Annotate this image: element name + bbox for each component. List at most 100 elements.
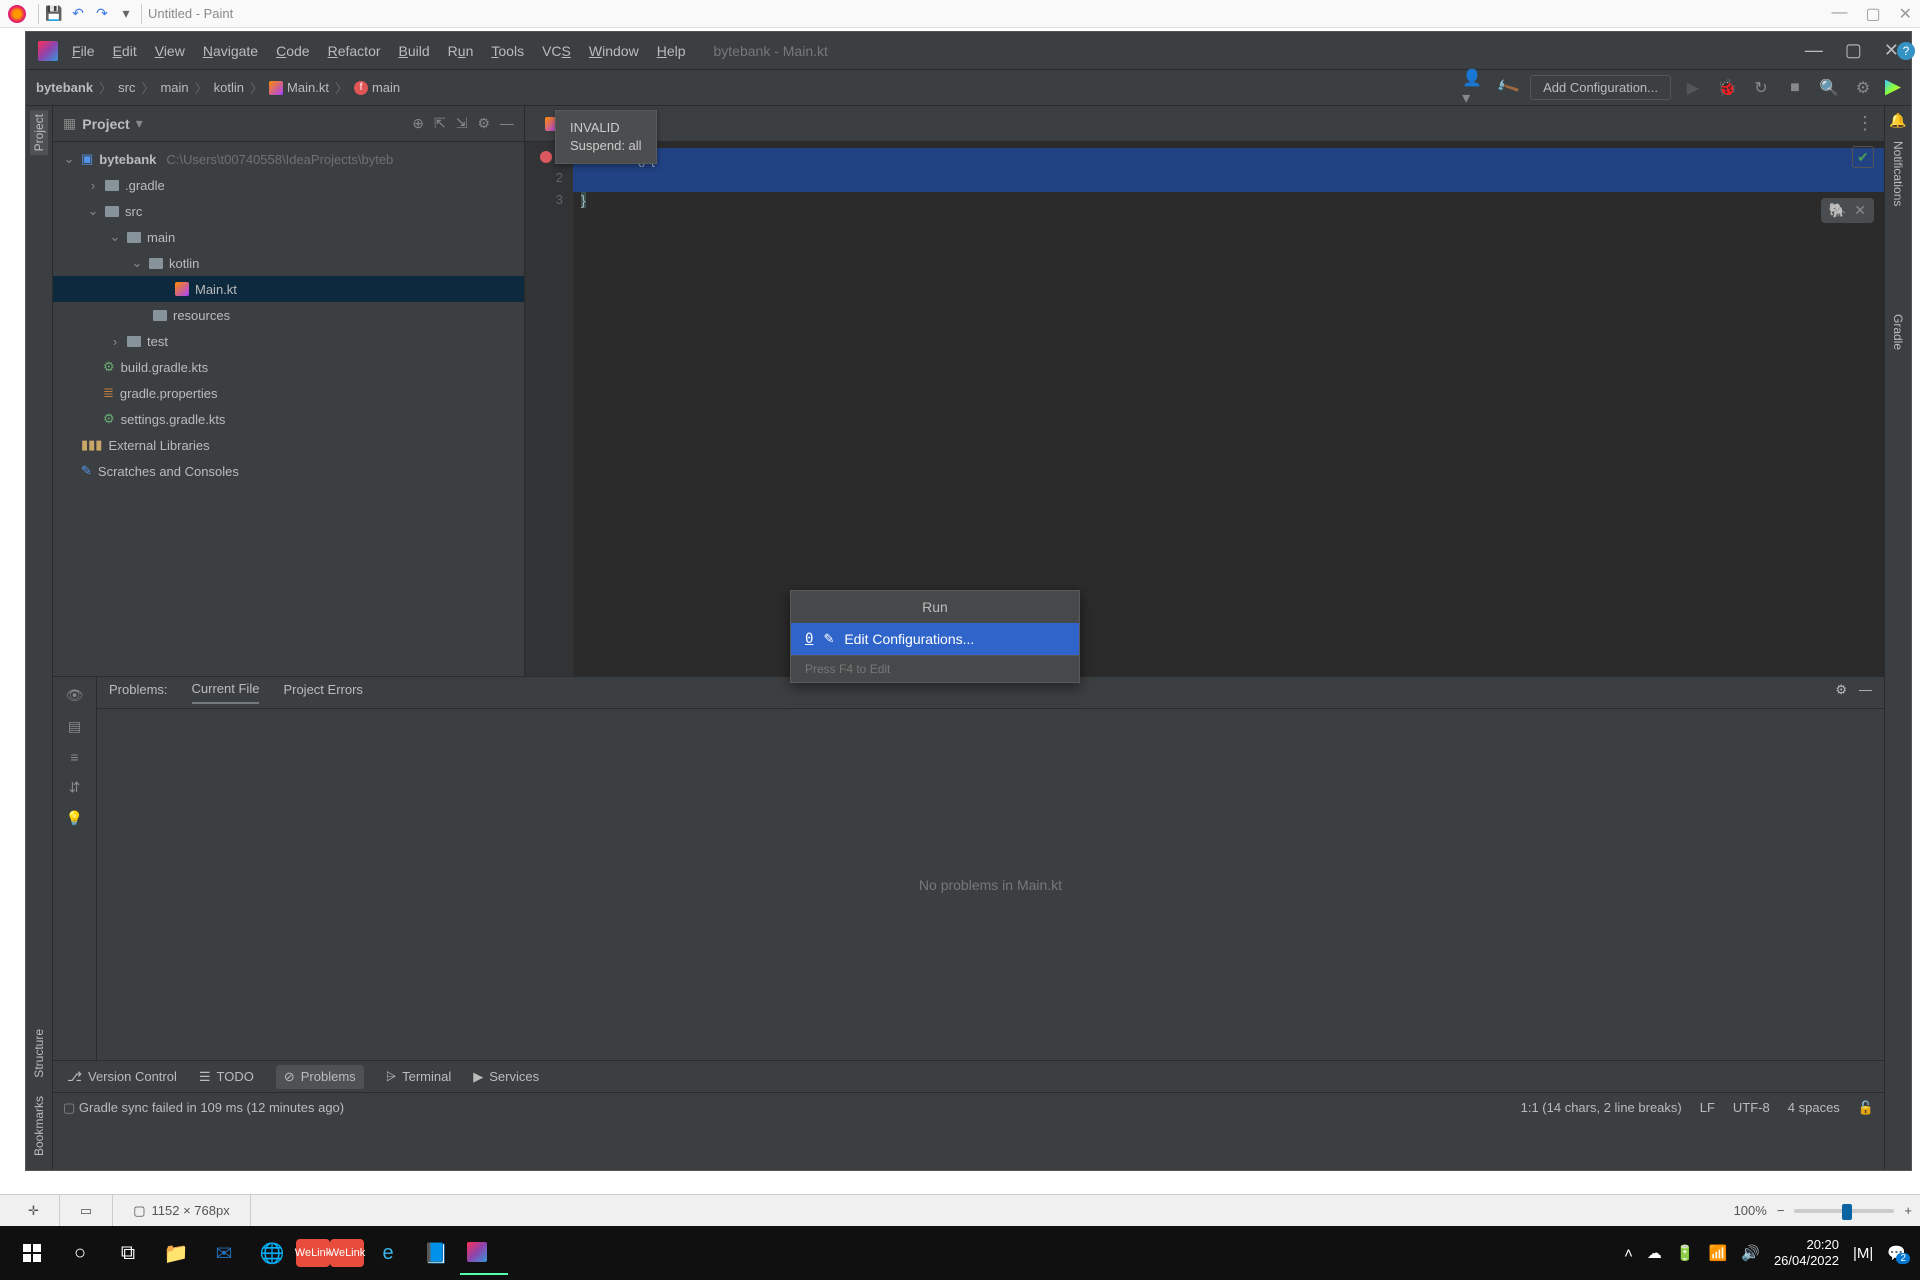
wifi-icon[interactable]: 📶 — [1709, 1244, 1728, 1262]
locate-icon[interactable]: ⊕ — [412, 115, 424, 132]
menu-tools[interactable]: Tools — [491, 43, 524, 59]
tree-main-kt[interactable]: Main.kt — [53, 276, 524, 302]
menu-navigate[interactable]: Navigate — [203, 43, 258, 59]
welink-icon[interactable]: WeLink — [296, 1239, 330, 1267]
filter-icon[interactable]: ▤ — [68, 718, 81, 735]
notepad-icon[interactable]: 📘 — [412, 1231, 460, 1275]
taskbar-clock[interactable]: 20:20 26/04/2022 — [1774, 1237, 1839, 1268]
file-explorer-icon[interactable]: 📁 — [152, 1231, 200, 1275]
onedrive-icon[interactable]: ☁ — [1647, 1244, 1662, 1262]
notifications-tool-tab[interactable]: Notifications — [1889, 137, 1907, 210]
inspections-ok-icon[interactable]: ✔ — [1852, 146, 1874, 168]
ide-maximize-button[interactable]: ▢ — [1845, 40, 1862, 61]
ide-update-icon[interactable] — [1885, 80, 1901, 96]
help-bubble-icon[interactable]: ? — [1897, 42, 1915, 60]
menu-run[interactable]: Run — [448, 43, 474, 59]
menu-vcs[interactable]: VCS — [542, 43, 571, 59]
structure-tool-tab[interactable]: Structure — [30, 1025, 48, 1082]
tab-project-errors[interactable]: Project Errors — [283, 682, 362, 703]
tab-version-control[interactable]: ⎇Version Control — [67, 1069, 177, 1085]
zoom-out-button[interactable]: − — [1777, 1203, 1785, 1218]
sort-icon[interactable]: ≡ — [70, 749, 78, 765]
menu-build[interactable]: Build — [399, 43, 430, 59]
crumb-function[interactable]: fmain — [354, 80, 400, 95]
run-coverage-icon[interactable]: ↻ — [1749, 76, 1773, 100]
edit-configurations-item[interactable]: 0 ✎ Edit Configurations... — [791, 623, 1079, 655]
line-separator[interactable]: LF — [1700, 1100, 1715, 1115]
crumb-root[interactable]: bytebank — [36, 80, 93, 95]
build-hammer-icon[interactable]: 🔨 — [1492, 71, 1525, 104]
project-tool-tab[interactable]: Project — [30, 110, 48, 155]
intellij-taskbar-icon[interactable] — [460, 1231, 508, 1275]
crumb-src[interactable]: src — [118, 80, 135, 95]
paint-close-button[interactable]: ✕ — [1899, 4, 1912, 24]
task-view-icon[interactable]: ⧉ — [104, 1231, 152, 1275]
problems-hide-icon[interactable]: — — [1859, 682, 1872, 704]
debug-icon[interactable]: 🐞 — [1715, 76, 1739, 100]
ide-minimize-button[interactable]: — — [1805, 40, 1823, 61]
paint-minimize-button[interactable]: — — [1831, 4, 1847, 24]
start-button[interactable] — [8, 1231, 56, 1275]
menu-help[interactable]: Help — [657, 43, 686, 59]
notifications-icon[interactable]: 🔔 — [1889, 112, 1906, 129]
paint-redo-icon[interactable]: ↷ — [93, 5, 111, 23]
hide-panel-icon[interactable]: — — [500, 115, 514, 132]
menu-file[interactable]: File — [72, 43, 95, 59]
settings-gear-icon[interactable]: ⚙ — [1851, 76, 1875, 100]
user-icon[interactable]: 👤▾ — [1462, 76, 1486, 100]
paint-undo-icon[interactable]: ↶ — [69, 5, 87, 23]
project-tree[interactable]: ⌄▣bytebankC:\Users\t00740558\IdeaProject… — [53, 142, 524, 676]
tray-overflow-icon[interactable]: ˄ — [1624, 1245, 1633, 1262]
problems-settings-icon[interactable]: ⚙ — [1835, 682, 1847, 704]
menu-window[interactable]: Window — [589, 43, 639, 59]
crumb-kotlin[interactable]: kotlin — [214, 80, 244, 95]
paint-save-icon[interactable]: 💾 — [45, 5, 63, 23]
paint-maximize-button[interactable]: ▢ — [1865, 4, 1880, 24]
expand-all-icon[interactable]: ⇱ — [434, 115, 446, 132]
gradle-tool-tab[interactable]: Gradle — [1889, 310, 1907, 354]
run-play-icon[interactable]: ▶ — [1681, 76, 1705, 100]
menu-edit[interactable]: Edit — [113, 43, 137, 59]
paint-canvas[interactable]: File Edit View Navigate Code Refactor Bu… — [0, 28, 1920, 1194]
collapse-all-icon[interactable]: ⇲ — [456, 115, 468, 132]
bookmarks-tool-tab[interactable]: Bookmarks — [30, 1092, 48, 1160]
search-icon[interactable]: 🔍 — [1817, 76, 1841, 100]
caret-position[interactable]: 1:1 (14 chars, 2 line breaks) — [1521, 1100, 1682, 1115]
tab-terminal[interactable]: ⩥Terminal — [386, 1069, 452, 1085]
outlook-icon[interactable]: ✉ — [200, 1231, 248, 1275]
paint-taskbar-icon[interactable] — [508, 1231, 556, 1275]
welink-icon-2[interactable]: WeLink — [330, 1239, 364, 1267]
readonly-lock-icon[interactable]: 🔓 — [1858, 1100, 1874, 1116]
gradle-load-widget[interactable]: 🐘✕ — [1821, 198, 1874, 223]
editor-tabs-more-icon[interactable]: ⋮ — [1856, 113, 1874, 134]
menu-refactor[interactable]: Refactor — [328, 43, 381, 59]
volume-icon[interactable]: 🔊 — [1741, 1244, 1760, 1262]
chrome-icon[interactable]: 🌐 — [248, 1231, 296, 1275]
menu-view[interactable]: View — [155, 43, 185, 59]
highlight-icon[interactable]: 💡 — [66, 810, 83, 827]
tab-todo[interactable]: ☰TODO — [199, 1069, 254, 1085]
breakpoint-icon[interactable] — [540, 151, 552, 163]
stop-icon[interactable]: ■ — [1783, 76, 1807, 100]
panel-settings-icon[interactable]: ⚙ — [477, 115, 490, 132]
tab-problems[interactable]: ⊘Problems — [276, 1065, 364, 1089]
crumb-main[interactable]: main — [160, 80, 188, 95]
close-icon[interactable]: ✕ — [1854, 202, 1866, 219]
zoom-slider[interactable] — [1794, 1209, 1894, 1213]
status-icon[interactable]: ▢ — [63, 1100, 75, 1116]
cortana-circle-icon[interactable]: ○ — [56, 1231, 104, 1275]
view-toggle-icon[interactable]: 👁 — [66, 687, 84, 704]
tab-current-file[interactable]: Current File — [192, 681, 260, 704]
zoom-in-button[interactable]: + — [1904, 1203, 1912, 1218]
action-center-icon[interactable]: 💬2 — [1887, 1244, 1906, 1262]
tray-app-icon[interactable]: |M| — [1853, 1245, 1873, 1262]
expand-icon[interactable]: ⇵ — [69, 779, 81, 796]
file-encoding[interactable]: UTF-8 — [1733, 1100, 1770, 1115]
crumb-file[interactable]: Main.kt — [269, 80, 329, 95]
add-configuration-button[interactable]: Add Configuration... — [1530, 75, 1671, 100]
tab-services[interactable]: ▶Services — [473, 1069, 539, 1085]
ie-icon[interactable]: e — [364, 1231, 412, 1275]
battery-icon[interactable]: 🔋 — [1676, 1244, 1695, 1262]
indent-setting[interactable]: 4 spaces — [1788, 1100, 1840, 1115]
menu-code[interactable]: Code — [276, 43, 309, 59]
